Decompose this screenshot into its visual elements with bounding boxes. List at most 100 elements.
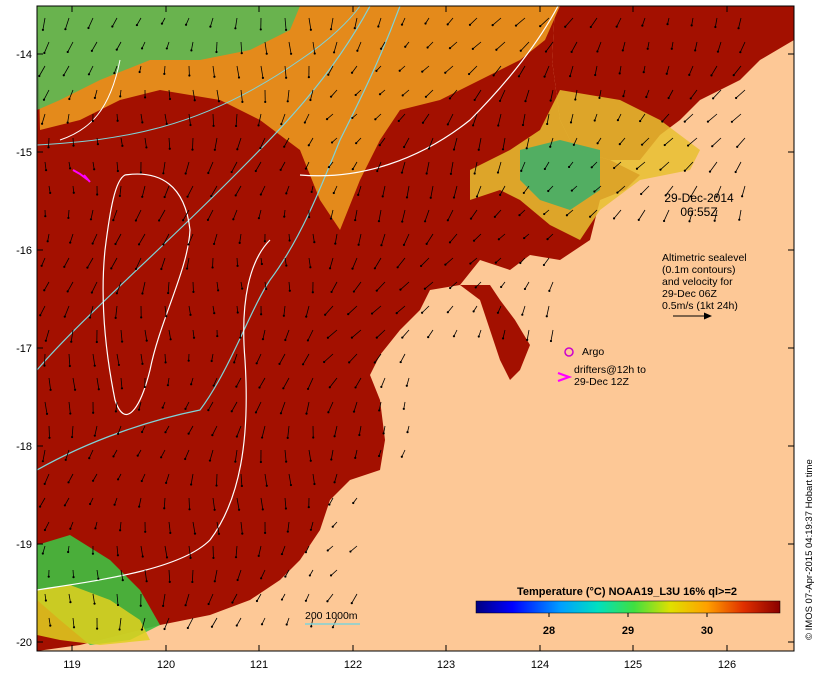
velocity-arrow-head [91, 119, 94, 123]
velocity-arrow-head [666, 23, 669, 26]
velocity-arrow-head [543, 75, 546, 78]
velocity-arrow-head [165, 47, 168, 50]
velocity-arrow-head [303, 121, 306, 124]
velocity-arrow-head [186, 195, 189, 198]
velocity-arrow-head [449, 172, 453, 175]
velocity-arrow-head [235, 435, 238, 438]
velocity-arrow-head [213, 580, 216, 583]
velocity-arrow-head [514, 24, 518, 27]
velocity-arrow [44, 353, 46, 366]
velocity-arrow-head [329, 95, 333, 98]
credit-text: © IMOS 07-Apr-2015 04:19:37 Hobart time [804, 459, 815, 640]
velocity-arrow-head [427, 336, 430, 339]
velocity-arrow-head [165, 315, 168, 318]
velocity-arrow-head [141, 555, 144, 558]
velocity-arrow-head [63, 504, 66, 507]
velocity-arrow-head [545, 315, 548, 318]
velocity-arrow-head [683, 169, 686, 172]
velocity-arrow-head [261, 337, 265, 341]
velocity-arrow-head [279, 412, 283, 415]
velocity-arrow-head [616, 119, 620, 122]
velocity-arrow-head [110, 267, 113, 270]
velocity-arrow-head [234, 124, 238, 128]
velocity-arrow-head [88, 457, 91, 460]
velocity-arrow-head [116, 432, 120, 435]
velocity-arrow-head [526, 338, 529, 342]
velocity-arrow-head [351, 116, 354, 120]
velocity-arrow-head [642, 71, 645, 74]
velocity-arrow-head [549, 99, 552, 102]
velocity-arrow-head [519, 49, 522, 52]
velocity-arrow-head [285, 460, 288, 463]
x-tick-label: 125 [624, 659, 642, 671]
velocity-arrow-head [280, 598, 284, 601]
velocity-arrow-head [565, 214, 569, 217]
velocity-arrow-head [358, 433, 361, 437]
velocity-arrow-head [499, 193, 502, 196]
velocity-arrow-head [265, 484, 268, 487]
velocity-arrow-head [89, 218, 93, 221]
velocity-arrow-head [234, 556, 238, 559]
velocity-arrow-head [144, 530, 147, 533]
velocity-arrow-head [547, 189, 550, 193]
velocity-arrow-head [91, 479, 95, 482]
velocity-arrow-head [468, 23, 472, 26]
velocity-arrow-head [713, 219, 716, 222]
velocity-arrow-head [492, 74, 495, 77]
velocity-arrow-head [44, 215, 47, 218]
drifters-label-line: 29-Dec 12Z [574, 376, 629, 388]
velocity-arrow-head [352, 290, 356, 293]
velocity-arrow-head [184, 604, 187, 607]
velocity-arrow-head [206, 218, 210, 221]
velocity-arrow-head [688, 220, 691, 223]
velocity-arrow-head [334, 242, 337, 245]
velocity-arrow-head [115, 292, 118, 295]
velocity-arrow-head [162, 604, 165, 607]
velocity-arrow-head [494, 261, 497, 264]
velocity-arrow-head [495, 48, 498, 51]
velocity-arrow-head [376, 169, 379, 173]
velocity-arrow-head [475, 195, 479, 198]
velocity-arrow-head [141, 121, 144, 124]
velocity-arrow-head [694, 49, 697, 52]
velocity-arrow-head [301, 363, 305, 366]
map-date: 29-Dec-2014 [664, 191, 734, 205]
velocity-arrow-head [47, 575, 50, 578]
velocity-arrow-head [265, 52, 268, 55]
velocity-arrow-head [612, 217, 616, 220]
velocity-arrow-head [158, 219, 161, 222]
velocity-arrow-head [690, 24, 693, 27]
velocity-arrow-head [234, 27, 237, 30]
velocity-arrow-head [491, 24, 494, 27]
velocity-arrow-head [448, 241, 452, 244]
velocity-arrow-head [240, 484, 243, 488]
velocity-arrow-head [119, 95, 122, 98]
velocity-arrow-head [64, 458, 67, 461]
velocity-arrow-head [169, 531, 172, 535]
velocity-arrow-head [97, 577, 100, 580]
velocity-arrow-head [424, 22, 427, 25]
velocity-arrow-head [309, 459, 312, 462]
velocity-arrow-head [112, 455, 115, 458]
velocity-arrow-head [68, 364, 71, 368]
velocity-arrow-head [327, 411, 330, 414]
velocity-arrow-head [444, 71, 447, 74]
velocity-arrow-head [354, 93, 357, 97]
velocity-arrow-head [355, 142, 358, 145]
x-tick-label: 124 [531, 659, 549, 671]
velocity-arrow-head [548, 289, 551, 292]
velocity-arrow-head [278, 362, 281, 366]
velocity-arrow-head [264, 100, 267, 104]
velocity-arrow-head [188, 74, 191, 77]
velocity-arrow-head [350, 602, 353, 605]
velocity-arrow-head [141, 292, 144, 295]
velocity-arrow-head [736, 145, 739, 148]
velocity-arrow-head [114, 410, 118, 413]
velocity-arrow-head [241, 532, 244, 535]
velocity-arrow-head [313, 52, 316, 55]
velocity-arrow-head [162, 243, 165, 246]
velocity-arrow-head [210, 625, 214, 628]
velocity-arrow-head [145, 146, 148, 149]
velocity-arrow-head [306, 339, 310, 342]
velocity-arrow-head [327, 166, 331, 169]
